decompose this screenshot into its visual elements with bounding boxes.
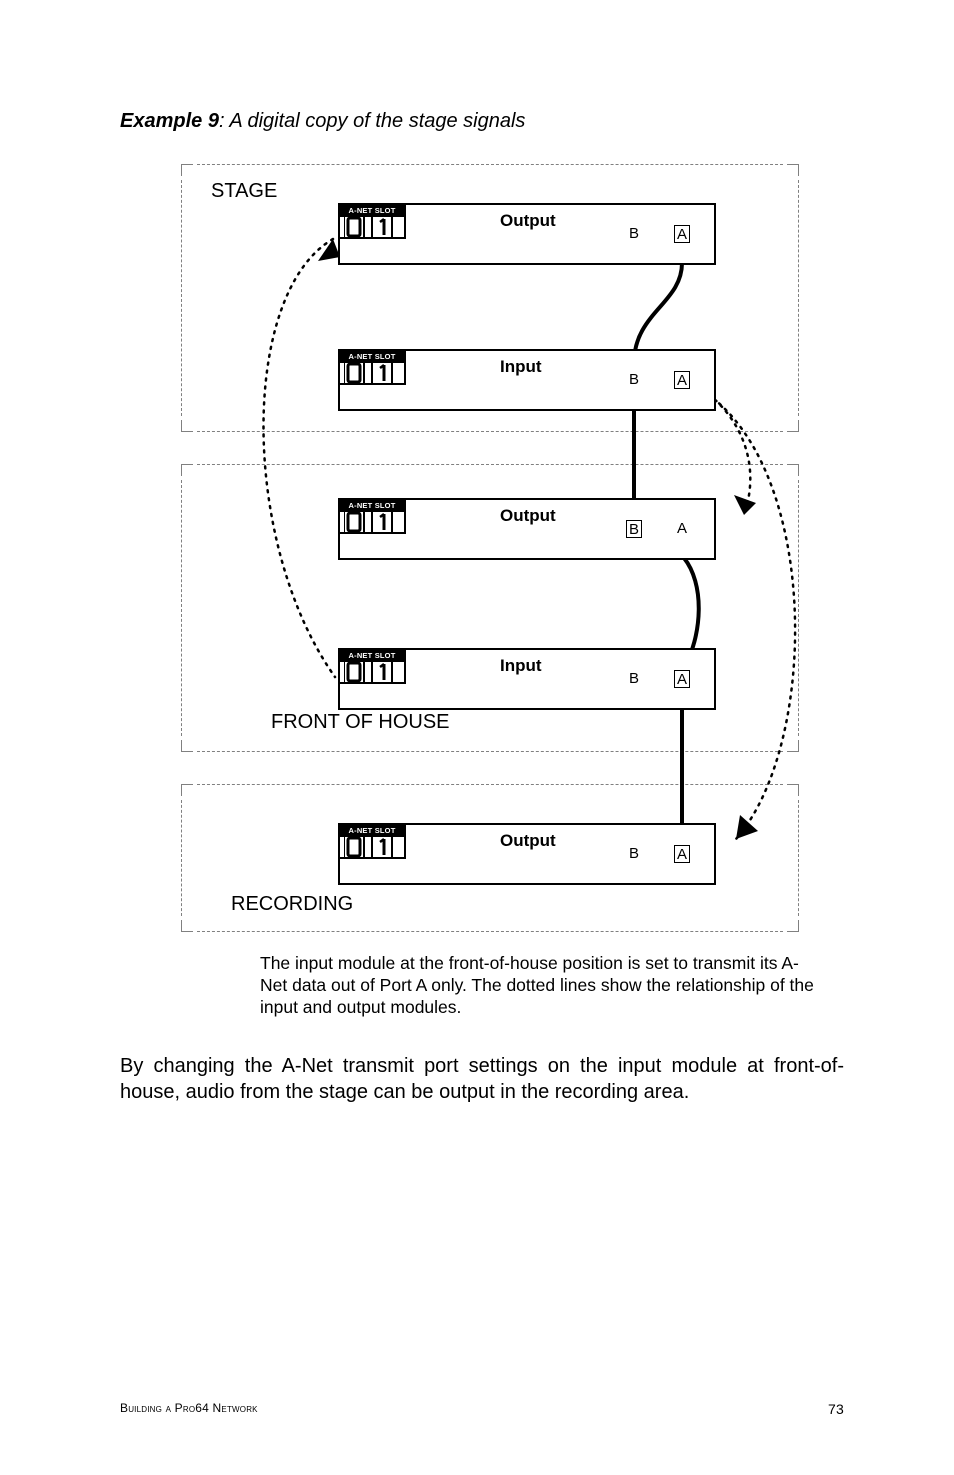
module-foh-input: A-NET SLOT Input B A [338, 648, 716, 710]
module-title: Output [500, 506, 556, 526]
port-a: A [674, 670, 690, 688]
seg-display-icon [344, 215, 400, 239]
port-b: B [626, 845, 642, 863]
zone-stage-label: STAGE [211, 180, 277, 203]
body-paragraph: By changing the A-Net transmit port sett… [120, 1053, 844, 1105]
module-stage-input: A-NET SLOT Input B A [338, 349, 716, 411]
module-title: Output [500, 211, 556, 231]
example-subtitle: : A digital copy of the stage signals [219, 110, 525, 132]
page-footer: Building a Pro64 Network 73 [120, 1401, 844, 1417]
module-title: Output [500, 831, 556, 851]
page-number: 73 [828, 1401, 844, 1417]
seg-display-icon [344, 660, 400, 684]
module-foh-output: A-NET SLOT Output B A [338, 498, 716, 560]
module-title: Input [500, 357, 542, 377]
anet-slot: A-NET SLOT [338, 203, 406, 239]
anet-slot: A-NET SLOT [338, 349, 406, 385]
port-b: B [626, 225, 642, 243]
port-a: A [674, 371, 690, 389]
anet-slot: A-NET SLOT [338, 823, 406, 859]
anet-slot: A-NET SLOT [338, 498, 406, 534]
zone-foh-label: FRONT OF HOUSE [271, 711, 450, 734]
example-heading: Example 9: A digital copy of the stage s… [120, 110, 844, 133]
port-b: B [626, 520, 642, 538]
example-label: Example 9 [120, 110, 219, 132]
port-a: A [674, 520, 690, 538]
module-title: Input [500, 656, 542, 676]
figure-caption: The input module at the front-of-house p… [260, 953, 820, 1019]
zone-rec-label: RECORDING [231, 893, 353, 916]
diagram: STAGE FRONT OF HOUSE RECORDING [180, 163, 810, 933]
port-b: B [626, 670, 642, 688]
module-rec-output: A-NET SLOT Output B A [338, 823, 716, 885]
seg-display-icon [344, 510, 400, 534]
module-stage-output: A-NET SLOT Output B A [338, 203, 716, 265]
port-a: A [674, 845, 690, 863]
anet-slot: A-NET SLOT [338, 648, 406, 684]
port-a: A [674, 225, 690, 243]
port-b: B [626, 371, 642, 389]
footer-title: Building a Pro64 Network [120, 1401, 258, 1417]
seg-display-icon [344, 361, 400, 385]
seg-display-icon [344, 835, 400, 859]
